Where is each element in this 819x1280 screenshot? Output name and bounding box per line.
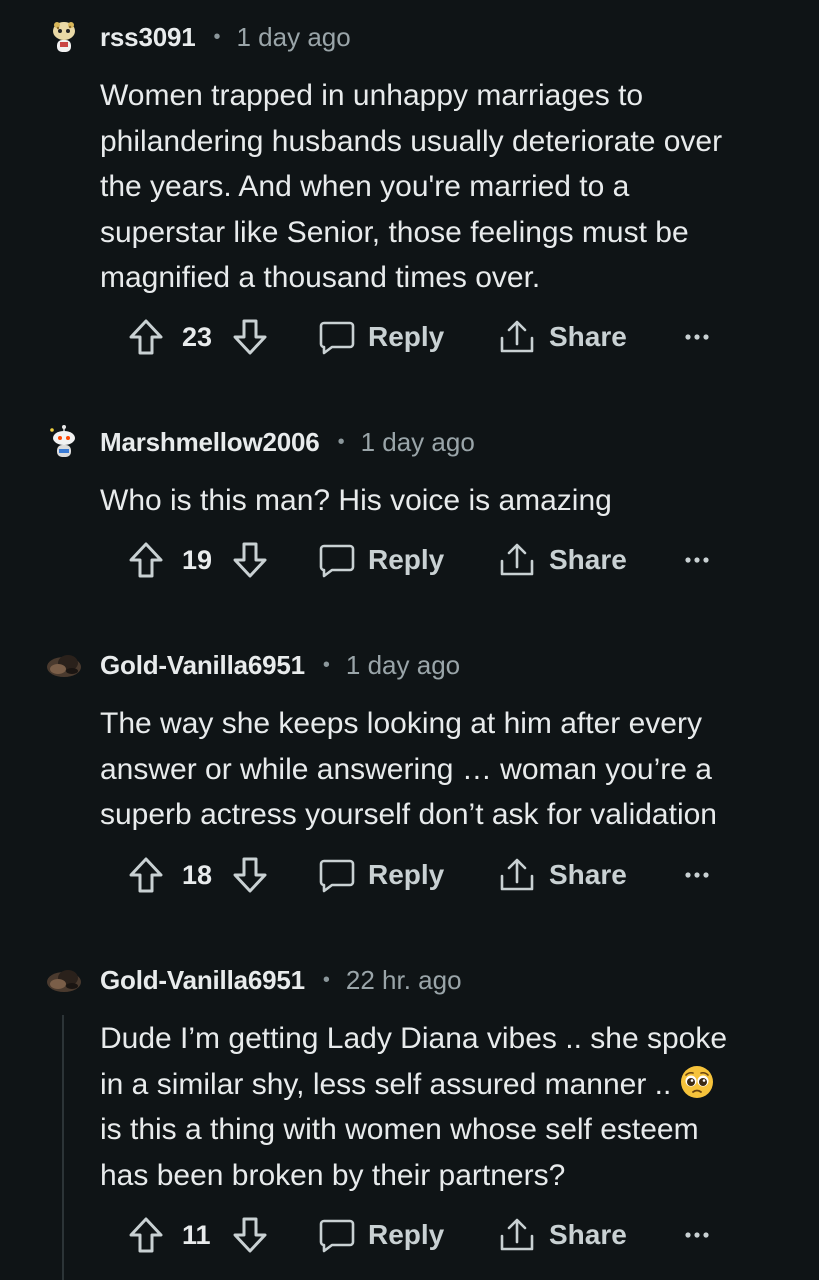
comment-header: Gold-Vanilla6951 • 1 day ago xyxy=(46,643,460,687)
user-photo-avatar-icon[interactable] xyxy=(46,647,82,683)
comment-bubble-icon xyxy=(319,544,355,578)
more-options-button[interactable] xyxy=(684,1213,710,1257)
vote-count: 18 xyxy=(182,859,213,890)
username[interactable]: Marshmellow2006 xyxy=(100,427,320,458)
reply-button[interactable]: Reply xyxy=(318,538,444,582)
more-dots-icon xyxy=(685,872,709,878)
upvote-arrow-icon xyxy=(129,1217,163,1253)
vote-count: 19 xyxy=(182,544,213,575)
upvote-arrow-icon xyxy=(129,857,163,893)
comment-body: Who is this man? His voice is amazing xyxy=(100,478,800,524)
separator-dot: • xyxy=(337,430,345,453)
upvote-arrow-icon xyxy=(129,319,163,355)
comment-line: Who is this man? His voice is amazing xyxy=(100,484,612,517)
comment-line: superb actress yourself don’t ask for va… xyxy=(100,798,717,831)
reply-label: Reply xyxy=(368,1219,445,1250)
comment-line: has been broken by their partners? xyxy=(100,1158,566,1192)
comment-line-with-emoji: in a similar shy, less self assured mann… xyxy=(100,1062,800,1108)
more-options-button[interactable] xyxy=(684,315,710,359)
comment-header: Marshmellow2006 • 1 day ago xyxy=(46,420,475,464)
more-dots-icon xyxy=(685,334,709,340)
reply-button[interactable]: Reply xyxy=(318,1213,444,1257)
downvote-button[interactable] xyxy=(232,315,268,359)
downvote-arrow-icon xyxy=(233,1217,267,1253)
downvote-arrow-icon xyxy=(233,857,267,893)
comment-actions: 18 Reply Share xyxy=(128,853,728,897)
upvote-arrow-icon xyxy=(129,542,163,578)
comment-body: The way she keeps looking at him after e… xyxy=(100,701,800,838)
upvote-button[interactable] xyxy=(128,853,164,897)
share-button[interactable]: Share xyxy=(498,315,627,359)
more-dots-icon xyxy=(685,1232,709,1238)
share-icon xyxy=(500,1218,534,1251)
more-dots-icon xyxy=(685,557,709,563)
share-label: Share xyxy=(549,859,627,890)
snoo-antenna-avatar-icon[interactable] xyxy=(46,424,82,460)
downvote-button[interactable] xyxy=(232,538,268,582)
comment-actions: 23 Reply Share xyxy=(128,315,728,359)
comment-line: the years. And when you're married to a xyxy=(100,170,630,203)
vote-count: 11 xyxy=(182,1219,211,1250)
comment-line: Women trapped in unhappy marriages to xyxy=(100,79,644,112)
comment-bubble-icon xyxy=(319,859,355,893)
share-label: Share xyxy=(549,1219,627,1250)
snoo-leopard-avatar-icon[interactable] xyxy=(46,19,82,55)
thread-line[interactable] xyxy=(62,1015,64,1280)
comment-line: in a similar shy, less self assured mann… xyxy=(100,1067,672,1101)
vote-count: 23 xyxy=(182,321,213,352)
comment-line: superstar like Senior, those feelings mu… xyxy=(100,215,689,249)
downvote-arrow-icon xyxy=(233,319,267,355)
share-icon xyxy=(500,858,534,891)
pleading-face-emoji-icon xyxy=(680,1065,713,1098)
more-options-button[interactable] xyxy=(684,853,710,897)
comment-actions: 19 Reply Share xyxy=(128,538,728,582)
reply-label: Reply xyxy=(368,859,445,890)
separator-dot: • xyxy=(322,653,330,676)
separator-dot: • xyxy=(213,25,221,48)
comment-header: Gold-Vanilla6951 • 22 hr. ago xyxy=(46,958,462,1002)
share-icon xyxy=(500,543,534,576)
upvote-button[interactable] xyxy=(128,315,164,359)
share-icon xyxy=(500,320,534,353)
share-button[interactable]: Share xyxy=(498,853,627,897)
timestamp: 1 day ago xyxy=(360,426,475,457)
comment-line: answer or while answering … woman you’re… xyxy=(100,752,712,786)
comment-line: The way she keeps looking at him after e… xyxy=(100,707,702,740)
comment-line: philandering husbands usually deteriorat… xyxy=(100,124,723,158)
username[interactable]: rss3091 xyxy=(100,22,196,53)
comment-line: is this a thing with women whose self es… xyxy=(100,1113,699,1146)
comment-body: Dude I’m getting Lady Diana vibes .. she… xyxy=(100,1016,800,1198)
share-button[interactable]: Share xyxy=(498,538,627,582)
reply-label: Reply xyxy=(368,544,445,575)
timestamp: 22 hr. ago xyxy=(345,964,462,995)
reply-label: Reply xyxy=(368,321,445,352)
share-label: Share xyxy=(549,321,627,352)
comment-header: rss3091 • 1 day ago xyxy=(46,15,351,59)
timestamp: 1 day ago xyxy=(345,649,461,680)
share-button[interactable]: Share xyxy=(498,1213,627,1257)
separator-dot: • xyxy=(322,968,330,991)
username[interactable]: Gold-Vanilla6951 xyxy=(100,965,305,996)
reply-button[interactable]: Reply xyxy=(318,315,444,359)
comment-actions: 11 Reply Share xyxy=(128,1213,728,1257)
more-options-button[interactable] xyxy=(684,538,710,582)
upvote-button[interactable] xyxy=(128,1213,164,1257)
comment-line: Dude I’m getting Lady Diana vibes .. she… xyxy=(100,1022,728,1055)
comment-bubble-icon xyxy=(319,1219,355,1253)
downvote-button[interactable] xyxy=(232,853,268,897)
downvote-button[interactable] xyxy=(232,1213,268,1257)
username[interactable]: Gold-Vanilla6951 xyxy=(100,650,305,681)
reply-button[interactable]: Reply xyxy=(318,853,444,897)
downvote-arrow-icon xyxy=(233,542,267,578)
timestamp: 1 day ago xyxy=(236,21,351,52)
share-label: Share xyxy=(549,544,627,575)
upvote-button[interactable] xyxy=(128,538,164,582)
comment-body: Women trapped in unhappy marriages to ph… xyxy=(100,73,800,301)
user-photo-avatar-icon[interactable] xyxy=(46,962,82,998)
comment-line: magnified a thousand times over. xyxy=(100,261,541,294)
comment-bubble-icon xyxy=(319,321,355,355)
